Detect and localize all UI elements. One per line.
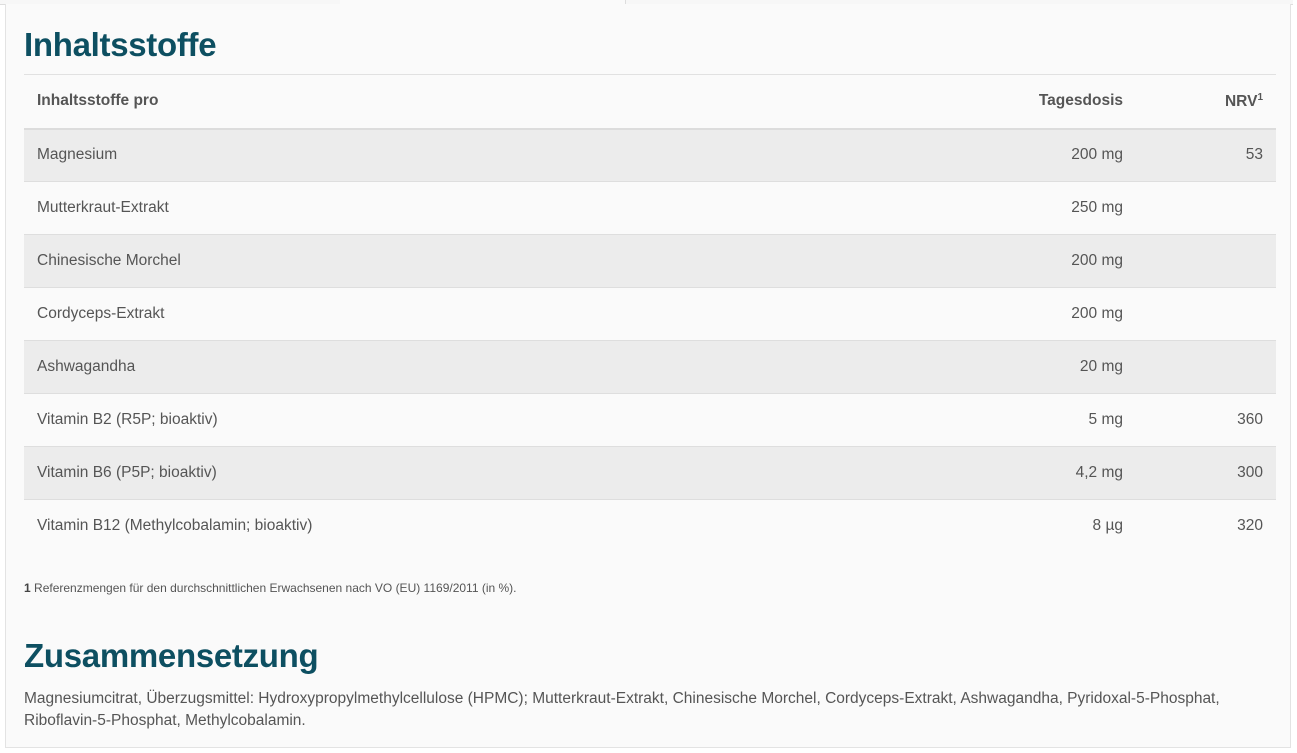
ingredient-nrv: 300 bbox=[1237, 464, 1263, 481]
table-row: Vitamin B12 (Methylcobalamin; bioaktiv) … bbox=[24, 499, 1276, 553]
table-row: Ashwagandha 20 mg bbox=[24, 340, 1276, 394]
ingredient-nrv bbox=[1136, 235, 1276, 288]
footnote-text: Referenzmengen für den durchschnittliche… bbox=[30, 581, 517, 595]
ingredient-dose: 200 mg bbox=[1071, 252, 1123, 269]
ingredient-dose: 20 mg bbox=[1079, 358, 1123, 375]
table-row: Magnesium 200 mg 53 bbox=[24, 128, 1276, 182]
ingredient-nrv: 360 bbox=[1237, 411, 1263, 428]
ingredient-name: Mutterkraut-Extrakt bbox=[37, 199, 169, 216]
composition-heading: Zusammensetzung bbox=[24, 637, 319, 674]
ingredient-name: Cordyceps-Extrakt bbox=[37, 305, 165, 322]
ingredient-nrv bbox=[1136, 288, 1276, 341]
ingredient-nrv bbox=[1136, 182, 1276, 235]
header-nrv-footnote-marker: 1 bbox=[1257, 91, 1263, 103]
ingredient-dose: 5 mg bbox=[1088, 411, 1123, 428]
ingredient-name: Magnesium bbox=[37, 146, 118, 164]
table-row: Mutterkraut-Extrakt 250 mg bbox=[24, 181, 1276, 235]
ingredient-dose: 200 mg bbox=[1071, 146, 1123, 164]
table-header: Inhaltsstoffe pro Tagesdosis NRV1 bbox=[24, 74, 1276, 129]
composition-text: Magnesiumcitrat, Überzugsmittel: Hydroxy… bbox=[24, 690, 1220, 729]
ingredient-dose: 250 mg bbox=[1071, 199, 1123, 216]
ingredient-dose: 8 µg bbox=[1092, 517, 1123, 535]
ingredient-dose: 200 mg bbox=[1071, 305, 1123, 322]
table-row: Chinesische Morchel 200 mg bbox=[24, 234, 1276, 288]
ingredients-table: Inhaltsstoffe pro Tagesdosis NRV1 Magnes… bbox=[24, 74, 1276, 553]
header-ingredient: Inhaltsstoffe pro bbox=[37, 92, 159, 110]
footnote-marker: 1 bbox=[24, 581, 31, 595]
ingredient-name: Chinesische Morchel bbox=[37, 252, 181, 269]
ingredient-dose: 4,2 mg bbox=[1075, 464, 1123, 481]
ingredient-nrv bbox=[1136, 341, 1276, 394]
table-header-row: Inhaltsstoffe pro Tagesdosis NRV1 bbox=[24, 74, 1276, 129]
ingredient-nrv: 320 bbox=[1237, 517, 1263, 535]
table-row: Cordyceps-Extrakt 200 mg bbox=[24, 287, 1276, 341]
table-body: Magnesium 200 mg 53 Mutterkraut-Extrakt … bbox=[24, 128, 1276, 553]
ingredient-name: Vitamin B6 (P5P; bioaktiv) bbox=[37, 464, 217, 481]
nrv-footnote: 1 Referenzmengen für den durchschnittlic… bbox=[24, 581, 517, 595]
header-nrv: NRV1 bbox=[1136, 75, 1276, 129]
ingredient-name: Vitamin B2 (R5P; bioaktiv) bbox=[37, 411, 218, 428]
ingredients-heading: Inhaltsstoffe bbox=[24, 26, 217, 63]
tab-content-panel: Inhaltsstoffe Inhaltsstoffe pro Tagesdos… bbox=[5, 4, 1291, 748]
ingredient-name: Vitamin B12 (Methylcobalamin; bioaktiv) bbox=[37, 517, 313, 535]
header-nrv-label: NRV bbox=[1224, 92, 1258, 110]
ingredients-table-container: Inhaltsstoffe pro Tagesdosis NRV1 Magnes… bbox=[24, 74, 1276, 553]
table-row: Vitamin B2 (R5P; bioaktiv) 5 mg 360 bbox=[24, 393, 1276, 447]
ingredient-nrv: 53 bbox=[1245, 146, 1263, 164]
table-row: Vitamin B6 (P5P; bioaktiv) 4,2 mg 300 bbox=[24, 446, 1276, 500]
ingredient-name: Ashwagandha bbox=[37, 358, 136, 375]
header-daily-dose: Tagesdosis bbox=[1038, 92, 1123, 110]
